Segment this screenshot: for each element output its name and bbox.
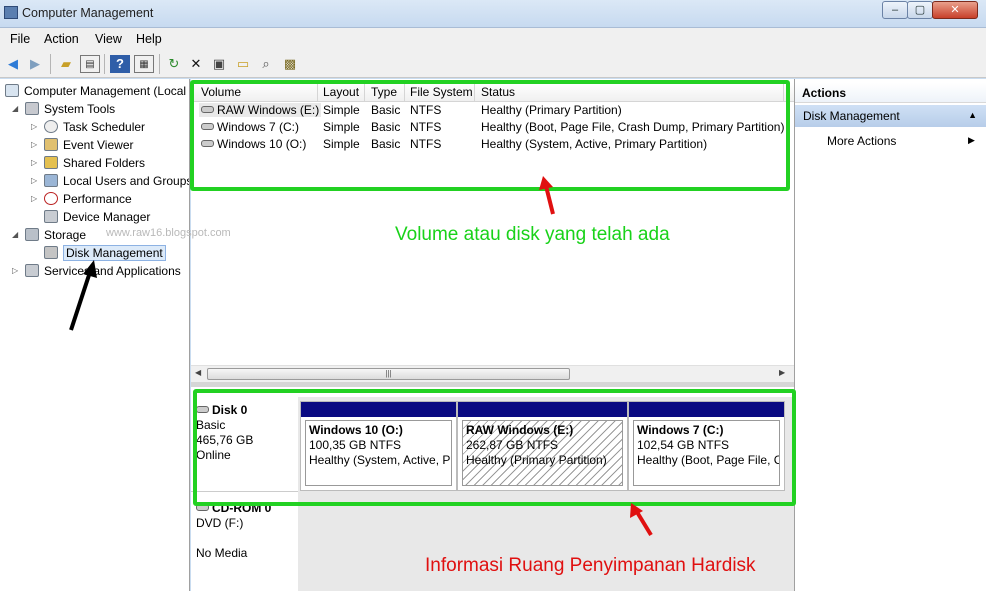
tree-item-label: Device Manager — [63, 210, 151, 224]
window-title: Computer Management — [22, 6, 154, 20]
tree-item-shared-folders[interactable]: ▷ Shared Folders — [31, 154, 146, 172]
annotation-volume-text: Volume atau disk yang telah ada — [395, 224, 670, 245]
tree-item-task-scheduler[interactable]: ▷ Task Scheduler — [31, 118, 146, 136]
actions-section-label: Disk Management — [803, 109, 900, 123]
expand-arrow-icon[interactable]: ▷ — [31, 172, 37, 190]
annotation-volume-box — [190, 80, 790, 191]
device-manager-icon — [44, 210, 58, 223]
open-icon[interactable]: ▭ — [233, 55, 253, 73]
tree-item-label: Storage — [44, 228, 87, 242]
back-icon[interactable]: ◀ — [3, 55, 23, 73]
tree-item-label: Computer Management (Local — [24, 84, 187, 98]
help-icon[interactable]: ? — [110, 55, 130, 73]
tree-item-computer-management[interactable]: Computer Management (Local — [5, 82, 186, 100]
actions-section-disk-management[interactable]: Disk Management ▲ — [795, 105, 986, 127]
toolbar-separator — [159, 54, 160, 74]
tree-item-services[interactable]: ▷ Services and Applications — [12, 262, 181, 280]
expand-arrow-icon[interactable]: ▷ — [31, 136, 37, 154]
event-viewer-icon — [44, 138, 58, 151]
tree-item-label: Event Viewer — [63, 138, 134, 152]
menu-bar: File Action View Help — [0, 28, 986, 50]
expand-arrow-icon[interactable]: ▷ — [31, 190, 37, 208]
horizontal-scrollbar[interactable]: ◀ ||| ▶ — [191, 365, 794, 382]
search-icon[interactable]: ⌕ — [256, 55, 276, 73]
system-tools-icon — [25, 102, 39, 115]
actions-pane: Actions Disk Management ▲ More Actions ▶ — [794, 79, 986, 591]
clock-icon — [44, 120, 58, 133]
tree-item-label: Task Scheduler — [63, 120, 146, 134]
annotation-disk-text: Informasi Ruang Penyimpanan Hardisk — [425, 555, 756, 576]
tree-item-storage[interactable]: ◢ Storage — [12, 226, 87, 244]
cdrom-label[interactable]: CD-ROM 0 DVD (F:) No Media — [196, 501, 294, 561]
expand-arrow-icon[interactable]: ▷ — [31, 118, 37, 136]
console-tree: Computer Management (Local ◢ System Tools… — [0, 79, 190, 591]
show-hide-tree-icon[interactable]: ▤ — [80, 55, 100, 73]
tree-item-label: Local Users and Groups — [63, 174, 190, 188]
storage-icon — [25, 228, 39, 241]
minimize-button[interactable]: – — [882, 1, 908, 19]
refresh-icon[interactable]: ↻ — [164, 55, 184, 73]
collapse-up-icon[interactable]: ▲ — [968, 110, 977, 120]
annotation-disk-box — [193, 389, 796, 506]
title-bar: Computer Management – ▢ ✕ — [0, 0, 986, 28]
cdrom-drive: DVD (F:) — [196, 516, 244, 530]
computer-icon — [5, 84, 19, 97]
tree-item-local-users[interactable]: ▷ Local Users and Groups — [31, 172, 190, 190]
tree-item-performance[interactable]: ▷ Performance — [31, 190, 132, 208]
collapse-arrow-icon[interactable]: ◢ — [12, 226, 18, 244]
tree-item-system-tools[interactable]: ◢ System Tools — [12, 100, 116, 118]
delete-icon[interactable]: ✕ — [186, 55, 206, 73]
users-icon — [44, 174, 58, 187]
toolbar: ◀ ▶ ▰ ▤ ? ▦ ↻ ✕ ▣ ▭ ⌕ ▩ — [0, 50, 986, 78]
tree-item-label: Shared Folders — [63, 156, 146, 170]
performance-icon — [44, 192, 58, 205]
tree-item-label: Performance — [63, 192, 132, 206]
cdrom-media: No Media — [196, 546, 248, 560]
submenu-arrow-icon[interactable]: ▶ — [968, 135, 975, 146]
expand-arrow-icon[interactable]: ▷ — [12, 262, 18, 280]
tree-item-device-manager[interactable]: Device Manager — [44, 208, 150, 226]
settings-icon[interactable]: ▩ — [280, 55, 300, 73]
tree-item-label: Services and Applications — [44, 264, 181, 278]
menu-file[interactable]: File — [10, 32, 30, 46]
collapse-arrow-icon[interactable]: ◢ — [12, 100, 18, 118]
up-folder-icon[interactable]: ▰ — [56, 55, 76, 73]
watermark: www.raw16.blogspot.com — [106, 227, 231, 239]
properties-icon[interactable]: ▣ — [209, 55, 229, 73]
computer-management-icon — [4, 6, 18, 19]
disk-management-icon — [44, 246, 58, 259]
tree-item-disk-management[interactable]: Disk Management — [44, 244, 166, 262]
toolbar-separator — [104, 54, 105, 74]
menu-action[interactable]: Action — [44, 32, 79, 46]
menu-help[interactable]: Help — [136, 32, 162, 46]
maximize-button[interactable]: ▢ — [907, 1, 933, 19]
console-icon[interactable]: ▦ — [134, 55, 154, 73]
tree-item-label: System Tools — [44, 102, 116, 116]
actions-header: Actions — [795, 83, 986, 103]
scrollbar-thumb[interactable]: ||| — [207, 368, 570, 380]
shared-folder-icon — [44, 156, 58, 169]
scroll-right-icon[interactable]: ▶ — [779, 368, 785, 377]
close-button[interactable]: ✕ — [932, 1, 978, 19]
menu-view[interactable]: View — [95, 32, 122, 46]
tree-item-label: Disk Management — [63, 245, 166, 261]
tree-item-event-viewer[interactable]: ▷ Event Viewer — [31, 136, 134, 154]
expand-arrow-icon[interactable]: ▷ — [31, 154, 37, 172]
services-icon — [25, 264, 39, 277]
scroll-left-icon[interactable]: ◀ — [195, 368, 201, 377]
toolbar-separator — [50, 54, 51, 74]
more-actions-link[interactable]: More Actions — [827, 134, 896, 148]
forward-icon[interactable]: ▶ — [25, 55, 45, 73]
